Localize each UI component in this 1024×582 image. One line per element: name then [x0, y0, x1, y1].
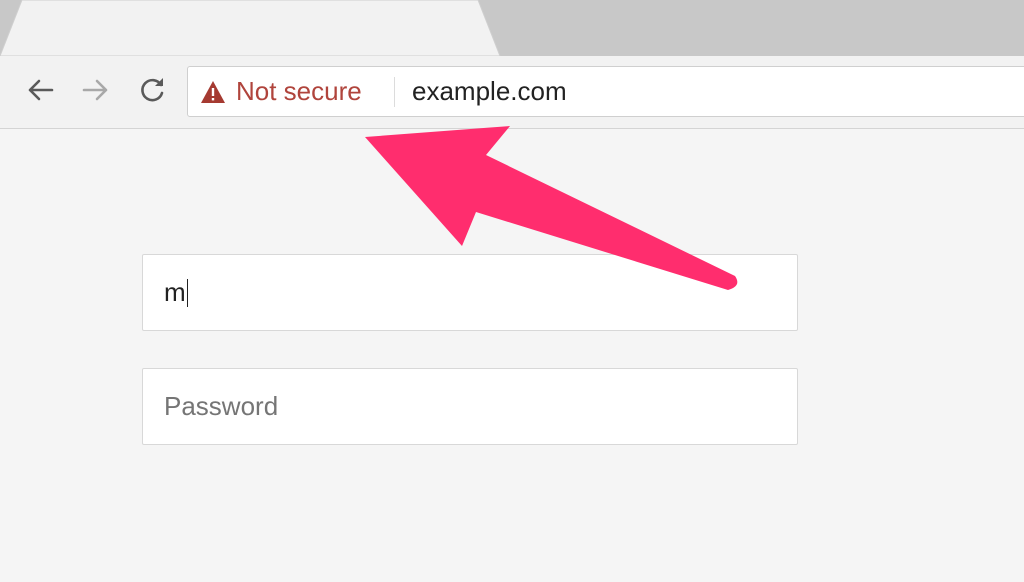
password-placeholder: Password	[164, 391, 279, 421]
address-bar[interactable]: Not secure example.com	[187, 66, 1024, 117]
reload-icon	[141, 78, 164, 102]
security-indicator[interactable]: Not secure	[200, 67, 362, 116]
arrow-left-icon	[28, 79, 54, 101]
url-text[interactable]: example.com	[412, 67, 567, 116]
browser-toolbar: Not secure example.com	[0, 56, 1024, 129]
browser-window: Not secure example.com m Password	[0, 0, 1024, 582]
username-value: m	[164, 277, 186, 307]
omnibox-divider	[394, 77, 395, 107]
back-button[interactable]	[22, 72, 58, 108]
text-caret	[186, 278, 188, 307]
warning-triangle-icon	[201, 80, 225, 103]
password-field[interactable]: Password	[142, 368, 798, 445]
reload-button[interactable]	[134, 72, 170, 108]
active-tab[interactable]	[0, 0, 520, 56]
username-field[interactable]: m	[142, 254, 798, 331]
page-content: m Password	[0, 129, 1024, 582]
arrow-right-icon	[82, 79, 108, 101]
forward-button[interactable]	[78, 72, 114, 108]
not-secure-label: Not secure	[236, 76, 362, 106]
tab-strip	[0, 0, 1024, 56]
